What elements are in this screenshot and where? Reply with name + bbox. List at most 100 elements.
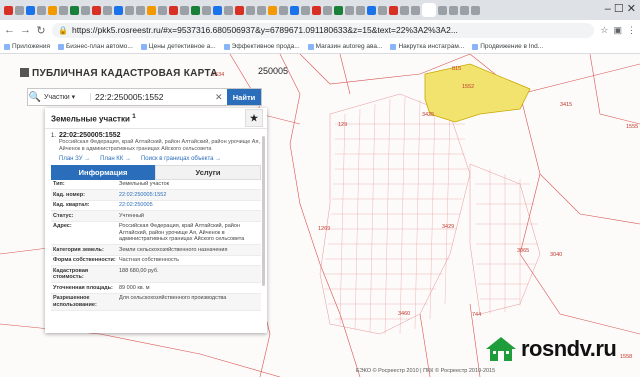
arrow-left-icon[interactable]: ← bbox=[4, 24, 15, 36]
panel-header: Земельные участки 1 ★ bbox=[45, 108, 267, 129]
bookmark-item[interactable]: Продвижение в Ind... bbox=[472, 43, 543, 50]
tab-favicon[interactable] bbox=[4, 5, 13, 15]
tab-favicon[interactable] bbox=[400, 5, 409, 15]
panel-title: Земельные участки 1 bbox=[51, 112, 136, 124]
tab-favicon[interactable] bbox=[235, 5, 244, 15]
tab-favicon[interactable] bbox=[411, 5, 420, 15]
search-icon[interactable]: 🔍 bbox=[28, 92, 42, 103]
tab-favicon[interactable] bbox=[37, 5, 46, 15]
tab-favicon[interactable] bbox=[290, 5, 299, 15]
tab-favicon[interactable] bbox=[268, 5, 277, 15]
tab-favicon[interactable] bbox=[81, 5, 90, 15]
lock-icon: 🔒 bbox=[58, 25, 68, 35]
tab-favicon[interactable] bbox=[114, 5, 123, 15]
tab-favicon[interactable] bbox=[202, 5, 211, 15]
tab-information[interactable]: Информация bbox=[51, 164, 155, 180]
clear-icon[interactable]: ✕ bbox=[215, 92, 227, 103]
info-row: Тип: Земельный участок bbox=[51, 180, 261, 191]
tab-favicon[interactable] bbox=[136, 5, 145, 15]
panel-tabs: Информация Услуги bbox=[51, 164, 261, 180]
watermark-text: rosndv.ru bbox=[521, 336, 617, 361]
tab-favicon[interactable] bbox=[246, 5, 255, 15]
bookmark-item[interactable]: Бизнес-план автомо... bbox=[58, 43, 133, 50]
result-panel: Земельные участки 1 ★ 1. 22:02:250005:15… bbox=[45, 108, 267, 333]
bookmark-item[interactable]: Магазин autoreg ава... bbox=[307, 43, 382, 50]
tab-favicon[interactable] bbox=[449, 5, 458, 15]
map-label: 815 bbox=[452, 66, 462, 72]
tab-favicon[interactable] bbox=[169, 5, 178, 15]
bookmark-icon bbox=[472, 43, 479, 50]
search-in-bounds-link[interactable]: Поиск в границах объекта → bbox=[141, 156, 221, 162]
favorite-star-icon[interactable]: ★ bbox=[245, 109, 263, 127]
tab-favicon[interactable] bbox=[70, 5, 79, 15]
tab-favicon[interactable] bbox=[438, 5, 447, 15]
tab-favicon[interactable] bbox=[356, 5, 365, 15]
tab-favicon[interactable] bbox=[15, 5, 24, 15]
bookmark-item[interactable]: Цены детективное а... bbox=[140, 43, 216, 50]
map-label: 1558 bbox=[620, 354, 633, 360]
map-label: 1555 bbox=[626, 124, 639, 130]
extension-icon[interactable]: ▣ bbox=[613, 25, 622, 36]
tab-favicon[interactable] bbox=[257, 5, 266, 15]
tab-favicon[interactable] bbox=[323, 5, 332, 15]
search-input[interactable]: 22:2:250005:1552 bbox=[91, 92, 215, 102]
bookmark-item[interactable]: Приложения bbox=[4, 43, 50, 50]
tab-favicon[interactable] bbox=[92, 5, 101, 15]
tab-favicon[interactable] bbox=[180, 5, 189, 15]
active-tab[interactable] bbox=[422, 3, 436, 17]
browser-tab-strip[interactable]: – ☐ ✕ bbox=[0, 0, 640, 20]
search-button[interactable]: Найти bbox=[227, 89, 261, 105]
tab-favicon[interactable] bbox=[345, 5, 354, 15]
tab-favicon[interactable] bbox=[460, 5, 469, 15]
plan-zu-link[interactable]: План ЗУ → bbox=[59, 156, 90, 162]
cadastral-number[interactable]: 22:02:250005:1552 bbox=[59, 132, 261, 139]
selected-parcel[interactable] bbox=[424, 63, 531, 123]
tab-favicon[interactable] bbox=[312, 5, 321, 15]
info-row: Кад. квартал: 22:02:250005 bbox=[51, 201, 261, 212]
map-label: 3415 bbox=[560, 102, 573, 108]
bookmarks-bar: Приложения Бизнес-план автомо... Цены де… bbox=[0, 40, 640, 54]
plan-kk-link[interactable]: План КК → bbox=[100, 156, 131, 162]
tab-favicon[interactable] bbox=[59, 5, 68, 15]
tab-services[interactable]: Услуги bbox=[155, 164, 261, 180]
window-controls[interactable]: – ☐ ✕ bbox=[605, 2, 636, 15]
tab-favicon[interactable] bbox=[191, 5, 200, 15]
tab-favicon[interactable] bbox=[301, 5, 310, 15]
search-type-select[interactable]: Участки ▾ bbox=[42, 93, 91, 101]
tab-favicon[interactable] bbox=[125, 5, 134, 15]
info-table: Тип: Земельный участок Кад. номер: 22:02:2… bbox=[51, 180, 261, 311]
tab-favicon[interactable] bbox=[334, 5, 343, 15]
result-item[interactable]: 1. 22:02:250005:1552 Российская Федераци… bbox=[45, 129, 267, 153]
tab-favicon[interactable] bbox=[213, 5, 222, 15]
map-label: 3425 bbox=[422, 112, 435, 118]
apps-icon bbox=[4, 43, 10, 50]
bookmark-icon bbox=[390, 43, 397, 50]
bookmark-icon bbox=[307, 43, 314, 50]
panel-scrollbar[interactable] bbox=[262, 136, 265, 286]
star-icon[interactable]: ☆ bbox=[600, 25, 608, 36]
tab-favicon[interactable] bbox=[48, 5, 57, 15]
arrow-right-icon[interactable]: → bbox=[20, 24, 31, 36]
tab-favicon[interactable] bbox=[147, 5, 156, 15]
url-text: https://pkk5.rosreestr.ru/#x=9537316.680… bbox=[71, 25, 458, 35]
url-input[interactable]: 🔒 https://pkk5.rosreestr.ru/#x=9537316.6… bbox=[52, 22, 595, 38]
menu-icon[interactable]: ⋮ bbox=[627, 25, 636, 36]
tab-favicon[interactable] bbox=[389, 5, 398, 15]
tab-favicon[interactable] bbox=[224, 5, 233, 15]
info-row: Разрешенное использование: Для сельскохоз… bbox=[51, 293, 261, 311]
rosreestr-logo-icon bbox=[20, 68, 29, 77]
info-row: Статус: Учтенный bbox=[51, 211, 261, 222]
tab-favicon[interactable] bbox=[158, 5, 167, 15]
tab-favicon[interactable] bbox=[103, 5, 112, 15]
tab-favicon[interactable] bbox=[26, 5, 35, 15]
bookmark-item[interactable]: Накрутка инстаграм... bbox=[390, 43, 464, 50]
map-label: 3040 bbox=[550, 252, 563, 258]
reload-icon[interactable]: ↻ bbox=[36, 24, 46, 37]
map-footer: ЕЭКО © Росреестр 2010 | ПКК © Росреестр … bbox=[356, 368, 496, 374]
tab-favicon[interactable] bbox=[378, 5, 387, 15]
bookmark-item[interactable]: Эффективное прода... bbox=[223, 43, 300, 50]
tab-favicon[interactable] bbox=[471, 5, 480, 15]
map-label: 129 bbox=[338, 122, 348, 128]
tab-favicon[interactable] bbox=[367, 5, 376, 15]
tab-favicon[interactable] bbox=[279, 5, 288, 15]
